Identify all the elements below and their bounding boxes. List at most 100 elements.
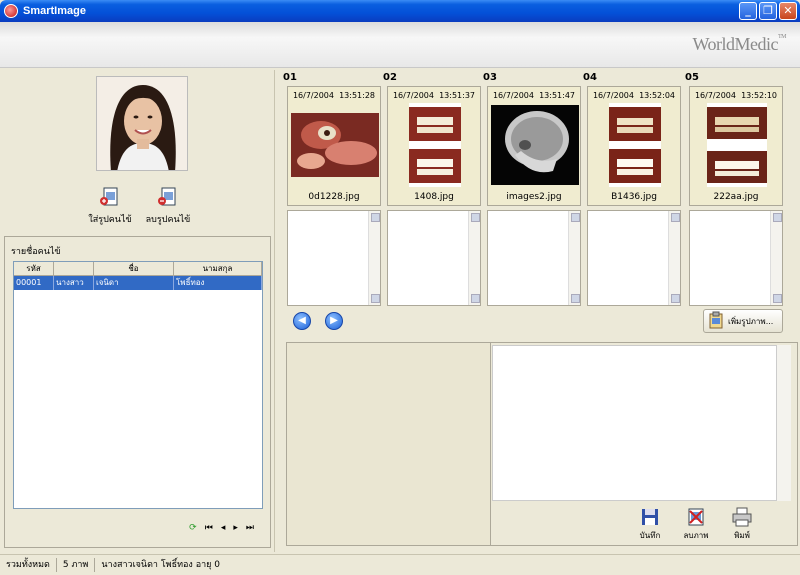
add-patient-photo-button[interactable]: ใส่รูปคนไข้ bbox=[80, 186, 140, 226]
header-banner: WorldMedicTM bbox=[0, 22, 800, 68]
last-record-icon[interactable]: ⏭ bbox=[246, 523, 254, 533]
thumbnail-card[interactable]: 16/7/2004 13:51:47 images2.jpg bbox=[487, 86, 581, 206]
thumbnail-slot[interactable]: 02 16/7/2004 13:51:37 1408.jpg bbox=[383, 72, 481, 306]
window-title: SmartImage bbox=[23, 5, 86, 17]
patient-photo bbox=[96, 76, 188, 171]
column-header-firstname[interactable]: ชื่อ bbox=[94, 262, 174, 275]
column-header-code[interactable]: รหัส bbox=[14, 262, 54, 275]
thumbnail-notes[interactable] bbox=[387, 210, 481, 306]
thumbnail-image[interactable] bbox=[390, 103, 480, 187]
patient-grid[interactable]: รหัส ชื่อ นามสกุล 00001 นางสาว เจนิดา โพ… bbox=[13, 261, 263, 509]
thumbnail-slot[interactable]: 03 16/7/2004 13:51:47 images2.jpg bbox=[483, 72, 581, 306]
thumbnail-date: 16/7/2004 bbox=[592, 91, 634, 100]
thumbnail-number: 03 bbox=[483, 72, 497, 83]
add-image-label: เพิ่มรูปภาพ... bbox=[728, 316, 774, 326]
previous-arrow-icon[interactable]: ◀ bbox=[293, 312, 311, 330]
column-header-lastname[interactable]: นามสกุล bbox=[174, 262, 262, 275]
thumbnail-card[interactable]: 16/7/2004 13:52:04 B1436.jpg bbox=[587, 86, 681, 206]
thumbnail-slot[interactable]: 01 16/7/2004 13:51:28 0d1228.jpg bbox=[283, 72, 381, 306]
delete-image-button[interactable]: ลบภาพ bbox=[681, 507, 711, 542]
notes-scrollbar[interactable] bbox=[468, 211, 480, 305]
thumbnail-filename: 0d1228.jpg bbox=[308, 192, 360, 202]
thumbnail-image[interactable] bbox=[692, 103, 782, 187]
thumbnail-pager: ◀ ▶ bbox=[293, 312, 343, 330]
cell-lastname: โพธิ์ทอง bbox=[174, 276, 262, 290]
thumbnail-notes[interactable] bbox=[587, 210, 681, 306]
app-icon bbox=[4, 4, 18, 18]
thumbnail-number: 04 bbox=[583, 72, 597, 83]
thumbnail-time: 13:51:37 bbox=[439, 91, 476, 100]
record-navigator: ⟳ ⏮ ◂ ▸ ⏭ bbox=[189, 523, 254, 533]
thumbnail-slot[interactable]: 04 16/7/2004 13:52:04 B1436.jpg bbox=[583, 72, 681, 306]
status-total-label: รวมทั้งหมด bbox=[0, 558, 57, 572]
thumbnail-card[interactable]: 16/7/2004 13:51:37 1408.jpg bbox=[387, 86, 481, 206]
close-button[interactable]: ✕ bbox=[779, 2, 797, 20]
notes-scrollbar[interactable] bbox=[777, 345, 791, 501]
thumbnail-date: 16/7/2004 bbox=[392, 91, 434, 100]
next-arrow-icon[interactable]: ▶ bbox=[325, 312, 343, 330]
refresh-icon[interactable]: ⟳ bbox=[189, 523, 197, 533]
column-header-prefix[interactable] bbox=[54, 262, 94, 275]
print-label: พิมพ์ bbox=[734, 531, 750, 540]
next-record-icon[interactable]: ▸ bbox=[233, 523, 238, 533]
save-label: บันทึก bbox=[639, 531, 661, 540]
notes-scrollbar[interactable] bbox=[568, 211, 580, 305]
first-record-icon[interactable]: ⏮ bbox=[205, 523, 213, 533]
patient-list-caption: รายชื่อคนไข้ bbox=[11, 247, 61, 257]
image-detail-area: บันทึก ลบภาพ พิมพ์ bbox=[286, 342, 798, 546]
thumbnail-notes[interactable] bbox=[287, 210, 381, 306]
thumbnail-image[interactable] bbox=[590, 103, 680, 187]
thumbnail-date: 16/7/2004 bbox=[292, 91, 334, 100]
thumbnail-number: 02 bbox=[383, 72, 397, 83]
table-row[interactable]: 00001 นางสาว เจนิดา โพธิ์ทอง bbox=[14, 276, 262, 290]
add-photo-icon bbox=[99, 186, 121, 208]
status-patient: นางสาวเจนิดา โพธิ์ทอง อายุ 0 bbox=[101, 560, 221, 570]
printer-icon bbox=[731, 507, 753, 527]
thumbnail-filename: 222aa.jpg bbox=[713, 192, 759, 202]
notes-scrollbar[interactable] bbox=[368, 211, 380, 305]
thumbnail-time: 13:52:04 bbox=[639, 91, 676, 100]
image-notes-field[interactable] bbox=[492, 345, 777, 501]
patient-list-group: รายชื่อคนไข้ รหัส ชื่อ นามสกุล 00001 นาง… bbox=[4, 236, 271, 548]
thumbnail-filename: B1436.jpg bbox=[611, 192, 657, 202]
thumbnail-number: 01 bbox=[283, 72, 297, 83]
patient-panel: ใส่รูปคนไข้ ลบรูปคนไข้ รายชื่อคนไข้ รหัส… bbox=[0, 70, 275, 552]
maximize-button[interactable]: ❐ bbox=[759, 2, 777, 20]
thumbnail-time: 13:51:28 bbox=[339, 91, 376, 100]
add-patient-photo-label: ใส่รูปคนไข้ bbox=[88, 215, 132, 225]
thumbnail-card[interactable]: 16/7/2004 13:51:28 0d1228.jpg bbox=[287, 86, 381, 206]
delete-patient-photo-label: ลบรูปคนไข้ bbox=[145, 215, 191, 225]
image-preview[interactable] bbox=[287, 343, 491, 545]
thumbnail-image[interactable] bbox=[490, 105, 580, 185]
thumbnail-date: 16/7/2004 bbox=[492, 91, 534, 100]
thumbnail-notes[interactable] bbox=[689, 210, 783, 306]
prev-record-icon[interactable]: ◂ bbox=[221, 523, 226, 533]
thumbnail-filename: 1408.jpg bbox=[414, 192, 454, 202]
notes-scrollbar[interactable] bbox=[668, 211, 680, 305]
brand-logo: WorldMedicTM bbox=[692, 34, 786, 54]
thumbnail-image[interactable] bbox=[290, 105, 380, 185]
status-bar: รวมทั้งหมด 5 ภาพ นางสาวเจนิดา โพธิ์ทอง อ… bbox=[0, 554, 800, 575]
add-image-button[interactable]: เพิ่มรูปภาพ... bbox=[703, 309, 783, 333]
delete-image-icon bbox=[685, 507, 707, 527]
thumbnail-card[interactable]: 16/7/2004 13:52:10 222aa.jpg bbox=[689, 86, 783, 206]
thumbnail-slot[interactable]: 05 16/7/2004 13:52:10 222aa.jpg bbox=[685, 72, 783, 306]
title-bar: SmartImage _ ❐ ✕ bbox=[0, 0, 800, 22]
delete-patient-photo-button[interactable]: ลบรูปคนไข้ bbox=[138, 186, 198, 226]
cell-code: 00001 bbox=[14, 276, 54, 290]
thumbnail-notes[interactable] bbox=[487, 210, 581, 306]
cell-firstname: เจนิดา bbox=[94, 276, 174, 290]
thumbnail-strip: 01 16/7/2004 13:51:28 0d1228.jpg 02 16/7… bbox=[283, 72, 798, 310]
status-total-value: 5 ภาพ bbox=[57, 558, 96, 572]
grid-header: รหัส ชื่อ นามสกุล bbox=[14, 262, 262, 276]
floppy-disk-icon bbox=[639, 507, 661, 527]
thumbnail-number: 05 bbox=[685, 72, 699, 83]
print-button[interactable]: พิมพ์ bbox=[727, 507, 757, 542]
delete-image-label: ลบภาพ bbox=[683, 531, 709, 540]
delete-photo-icon bbox=[157, 186, 179, 208]
action-toolbar: บันทึก ลบภาพ พิมพ์ bbox=[635, 507, 757, 542]
minimize-button[interactable]: _ bbox=[739, 2, 757, 20]
notes-scrollbar[interactable] bbox=[770, 211, 782, 305]
cell-prefix: นางสาว bbox=[54, 276, 94, 290]
save-button[interactable]: บันทึก bbox=[635, 507, 665, 542]
